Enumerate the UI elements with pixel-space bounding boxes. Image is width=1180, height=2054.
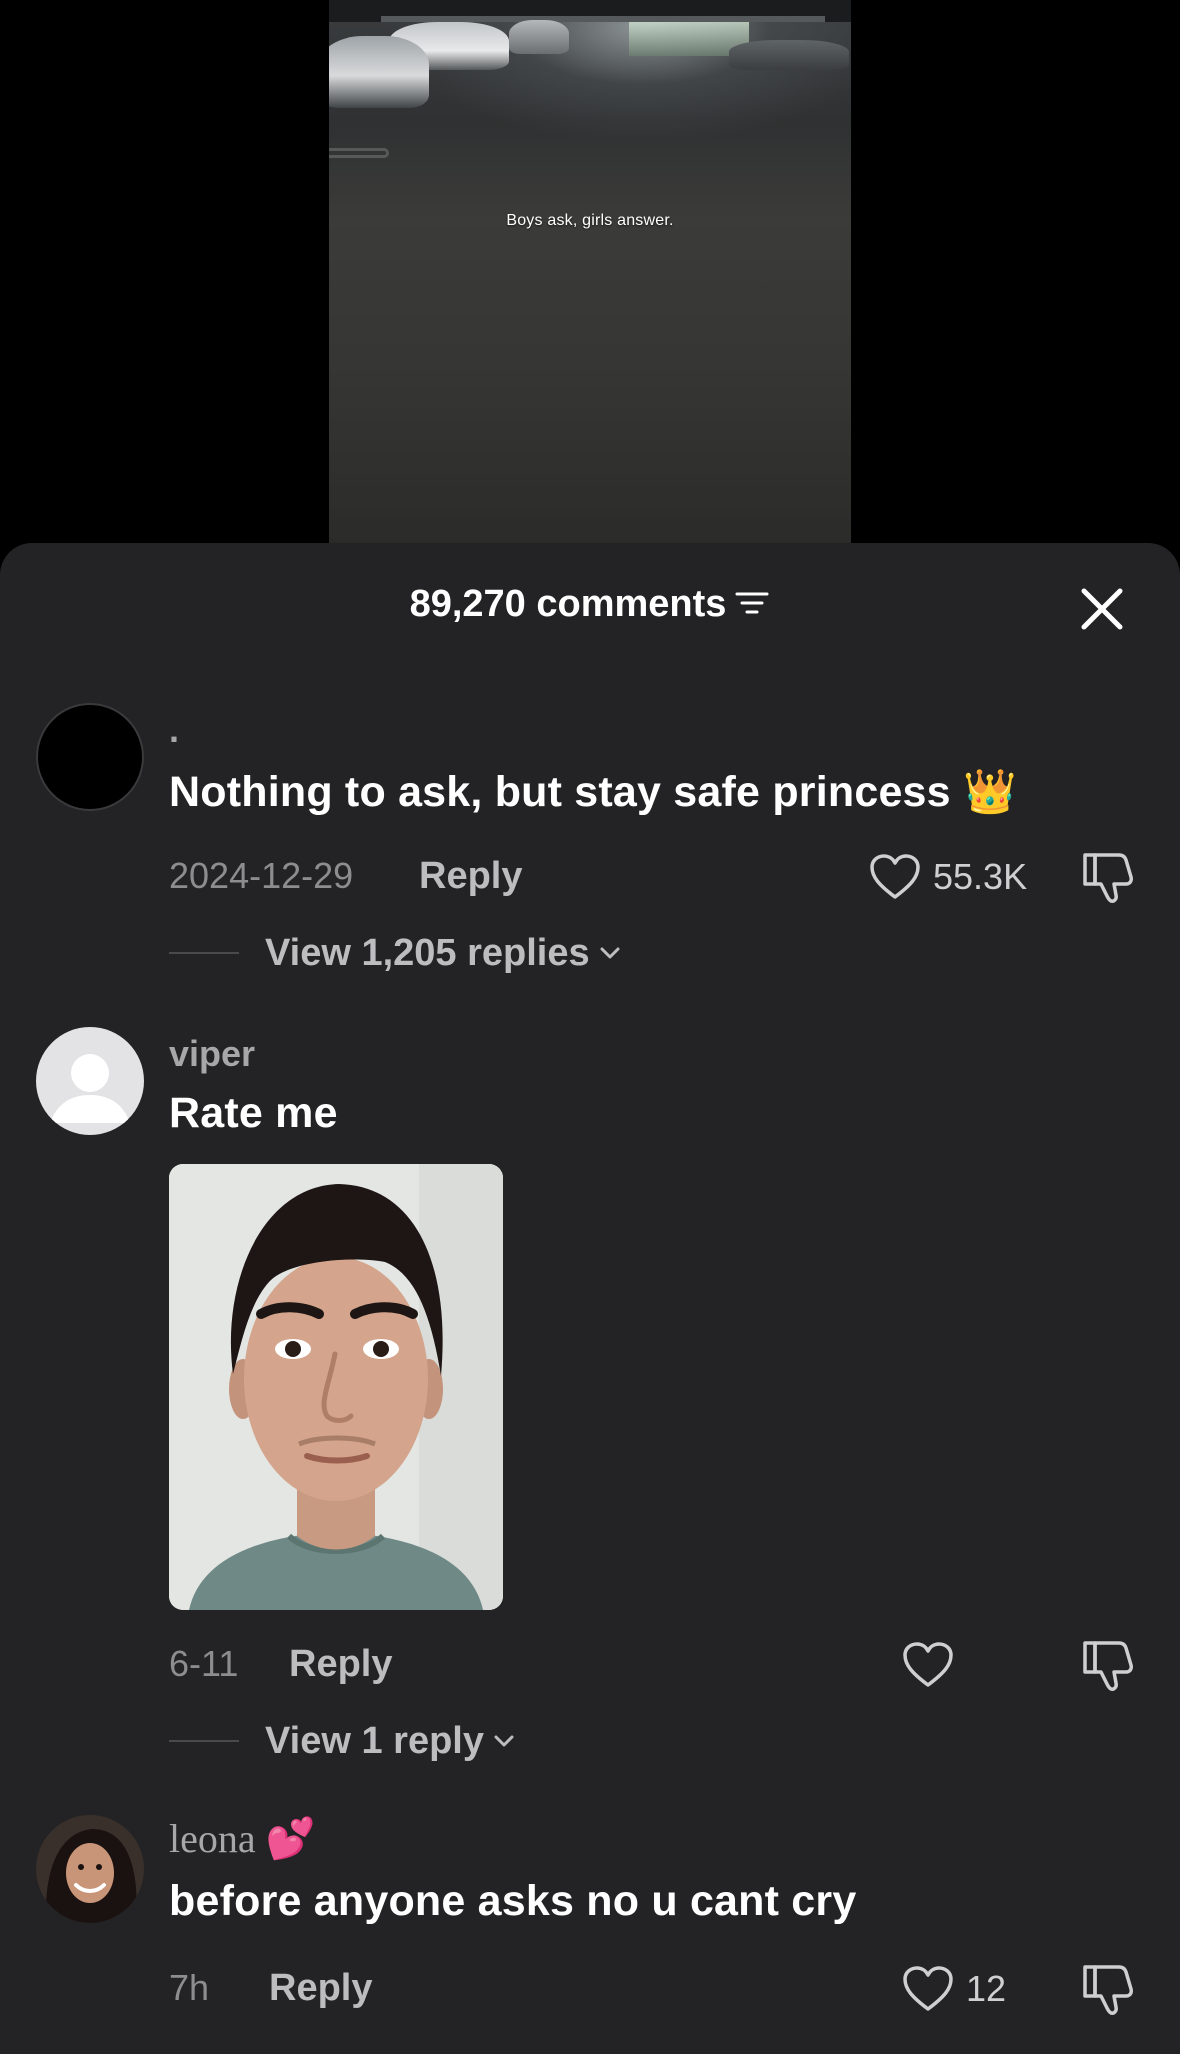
comment-date: 2024-12-29 [169, 855, 354, 896]
dislike-icon[interactable] [1081, 849, 1135, 905]
parked-car [729, 40, 849, 70]
comment-date: 7h [169, 1967, 210, 2008]
close-icon[interactable] [1076, 583, 1128, 635]
view-replies[interactable]: View 1 reply [169, 1719, 518, 1763]
view-replies[interactable]: View 1,205 replies [169, 931, 624, 975]
floor-marking [329, 148, 389, 158]
reply-button[interactable]: Reply [269, 1967, 372, 2010]
comments-sheet: 89,270 comments . Nothing to ask, but st… [0, 543, 1180, 2054]
avatar[interactable] [36, 703, 144, 811]
comment-text: before anyone asks no u cant cry [169, 1877, 857, 1925]
dislike-icon[interactable] [1081, 1961, 1135, 2017]
selfie-image [169, 1164, 503, 1610]
reply-button[interactable]: Reply [289, 1643, 392, 1686]
filter-icon[interactable] [734, 588, 770, 618]
comment-text: Nothing to ask, but stay safe princess 👑 [169, 767, 1017, 817]
chevron-down-icon [494, 1735, 514, 1747]
heart-icon [903, 1642, 953, 1687]
hearts-emoji: 💕 [265, 1816, 316, 1862]
parked-car [509, 20, 569, 54]
reply-button[interactable]: Reply [419, 855, 522, 898]
video-caption: Boys ask, girls answer. [506, 212, 674, 229]
view-replies-label[interactable]: View 1,205 replies [265, 932, 590, 975]
comment-text-body: Nothing to ask, but stay safe princess [169, 768, 951, 816]
divider [169, 1740, 239, 1742]
comment-meta: 2024-12-29 Reply 55.3K [169, 853, 1139, 905]
divider [169, 952, 239, 954]
comment-meta: 6-11 Reply [169, 1641, 1139, 1693]
avatar[interactable] [36, 1815, 144, 1923]
comment-username[interactable]: leona 💕 [169, 1815, 315, 1862]
parked-car [329, 36, 429, 108]
comment-text: Rate me [169, 1089, 338, 1137]
like-count: 12 [966, 1968, 1007, 2009]
sheet-header: 89,270 comments [0, 543, 1180, 663]
comment-meta: 7h Reply 12 [169, 1965, 1139, 2017]
avatar[interactable] [36, 1027, 144, 1135]
comment-username[interactable]: viper [169, 1033, 255, 1075]
comments-count-label: 89,270 comments [409, 583, 727, 625]
comment-username[interactable]: . [169, 709, 179, 751]
video-player[interactable]: Boys ask, girls answer. [0, 0, 1180, 545]
chevron-down-icon [600, 947, 620, 959]
crown-emoji: 👑 [962, 767, 1017, 817]
garage-ceiling [329, 0, 851, 22]
default-avatar-icon [50, 1054, 130, 1123]
comments-count-title: 89,270 comments [0, 583, 1180, 626]
like-button[interactable] [902, 1637, 966, 1693]
like-button[interactable]: 55.3K [869, 849, 1027, 905]
like-button[interactable]: 12 [902, 1961, 1006, 2017]
heart-icon [903, 1966, 953, 2011]
view-replies-label[interactable]: View 1 reply [265, 1720, 484, 1763]
dislike-icon[interactable] [1081, 1637, 1135, 1693]
video-frame[interactable]: Boys ask, girls answer. [329, 0, 851, 545]
heart-icon [870, 854, 920, 899]
profile-photo [36, 1815, 144, 1923]
comment-photo[interactable] [169, 1164, 503, 1610]
like-count: 55.3K [933, 856, 1028, 897]
comment-username-text: leona [169, 1816, 256, 1861]
comment-date: 6-11 [169, 1643, 239, 1684]
